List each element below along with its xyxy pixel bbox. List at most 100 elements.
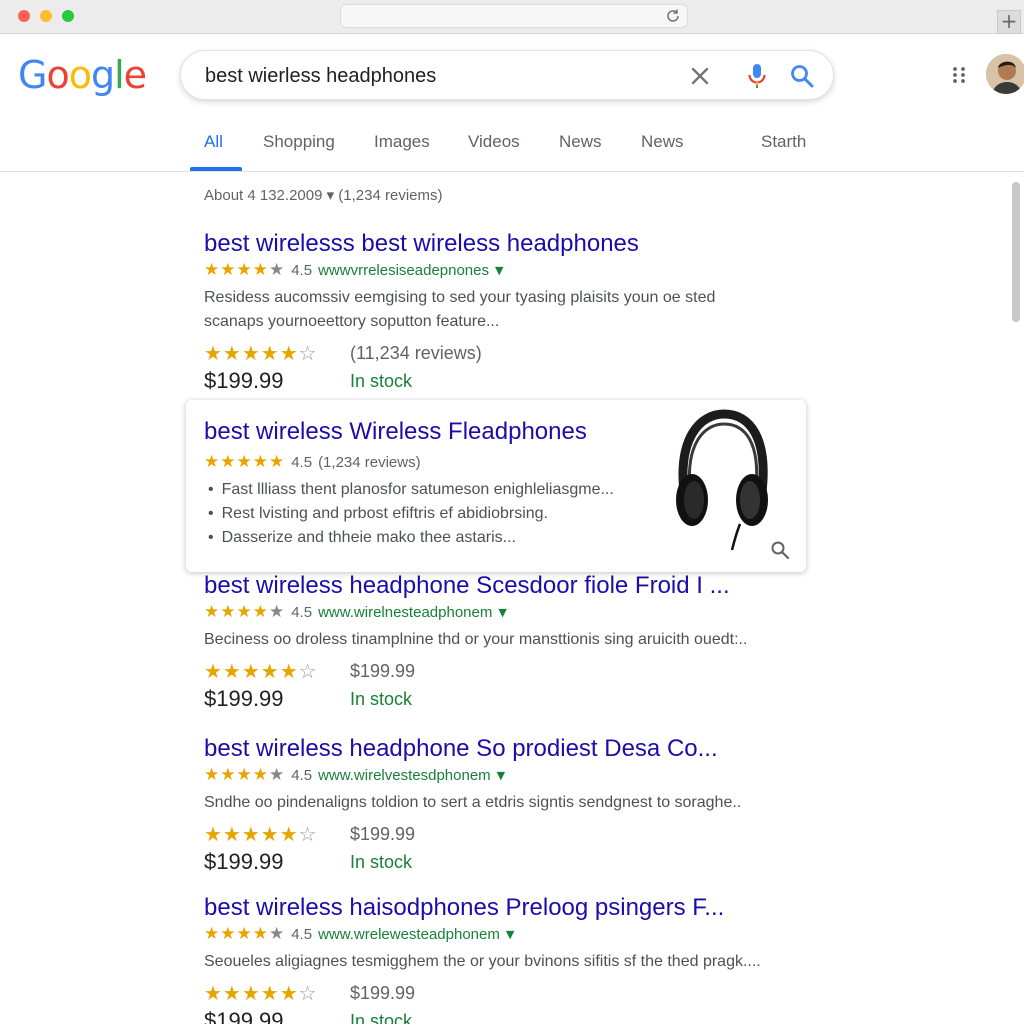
review-count: (1,234 reviews) — [318, 453, 421, 471]
tab-starth[interactable]: Starth — [761, 132, 806, 152]
rating-stars: ★★★★★ — [204, 260, 286, 280]
logo-letter: g — [90, 53, 115, 97]
microphone-icon[interactable] — [746, 63, 768, 89]
search-result: best wireless headphone So prodiest Desa… — [204, 735, 804, 877]
rating-stars: ★★★★★☆ — [204, 822, 318, 846]
price-row: $199.99 In stock — [204, 366, 804, 396]
rating-row: ★★★★★☆ (11,234 reviews) — [204, 340, 804, 366]
rating-value: 4.5 — [291, 453, 313, 471]
search-result: best wirelesss best wireless headphones … — [204, 230, 804, 396]
price-row: $199.99 In stock — [204, 684, 804, 714]
snippet-line: scanaps yournoeettory soputton feature..… — [204, 313, 500, 330]
rating-stars: ★★★★★ — [204, 924, 286, 944]
result-title-link[interactable]: best wireless headphone Scesdoor fiole F… — [204, 572, 804, 600]
rating-stars: ★★★★★☆ — [204, 981, 318, 1005]
result-snippet: Beciness oo droless tinamplnine thd or y… — [204, 628, 804, 652]
minimize-window-button[interactable] — [40, 10, 52, 22]
snippet-line: Beciness oo droless tinamplnine thd or y… — [204, 631, 748, 648]
price-secondary: $199.99 — [350, 823, 416, 844]
price-secondary: $199.99 — [350, 982, 416, 1003]
person-icon — [986, 54, 1024, 94]
logo-letter: o — [68, 53, 92, 97]
price-row: $199.99 In stock — [204, 847, 804, 877]
tab-videos[interactable]: Videos — [468, 132, 520, 152]
tab-all[interactable]: All — [204, 132, 223, 152]
featured-meta: ★★★★★ 4.5 (1,234 reviews) — [204, 452, 421, 472]
snippet-line: Residess aucomssiv eemgising to sed your… — [204, 289, 716, 306]
caret-down-icon[interactable]: ▼ — [495, 264, 503, 277]
rating-stars: ★★★★★ — [204, 452, 286, 472]
apps-grid-icon[interactable] — [950, 66, 968, 84]
rating-row: ★★★★★☆ $199.99 — [204, 980, 804, 1006]
result-url[interactable]: www.wrelewesteadphonem — [318, 926, 500, 943]
result-title-link[interactable]: best wireless headphone So prodiest Desa… — [204, 735, 804, 763]
caret-down-icon[interactable]: ▼ — [506, 928, 514, 941]
clear-icon[interactable] — [689, 65, 711, 87]
search-icon[interactable] — [789, 63, 815, 89]
caret-down-icon[interactable]: ▼ — [497, 769, 505, 782]
maximize-window-button[interactable] — [62, 10, 74, 22]
tab-news[interactable]: News — [559, 132, 602, 152]
logo-letter: e — [123, 53, 147, 97]
reload-icon[interactable] — [665, 8, 681, 24]
close-window-button[interactable] — [18, 10, 30, 22]
tab-news-2[interactable]: News — [641, 132, 684, 152]
search-image-icon[interactable] — [770, 540, 790, 560]
caret-down-icon[interactable]: ▼ — [498, 606, 506, 619]
result-title-link[interactable]: best wireless haisodphones Preloog psing… — [204, 894, 804, 922]
result-title-link[interactable]: best wirelesss best wireless headphones — [204, 230, 804, 258]
logo-letter: l — [114, 53, 125, 97]
rating-row: ★★★★★☆ $199.99 — [204, 821, 804, 847]
stock-status: In stock — [350, 851, 413, 872]
rating-stars: ★★★★★☆ — [204, 659, 318, 683]
price: $199.99 — [204, 849, 284, 874]
rating-value: 4.5 — [291, 261, 313, 279]
result-meta: ★★★★★ 4.5 www.wirelnesteadphonem ▼ — [204, 602, 804, 622]
stock-status: In stock — [350, 688, 413, 709]
new-tab-button[interactable]: + — [997, 10, 1021, 34]
search-result: best wireless headphone Scesdoor fiole F… — [204, 572, 804, 714]
price: $199.99 — [204, 368, 284, 393]
feature-bullet: Dasserize and thheie mako thee astaris..… — [208, 526, 614, 550]
headphones-image[interactable] — [670, 408, 774, 552]
stock-status: In stock — [350, 1010, 413, 1024]
rating-value: 4.5 — [291, 925, 313, 943]
snippet-line: Sndhe oo pindenaligns toldion to sert a … — [204, 794, 742, 811]
featured-result-card[interactable]: best wireless Wireless Fleadphones ★★★★★… — [186, 400, 806, 572]
search-tabs: All Shopping Images Videos News News Sta… — [0, 120, 1024, 172]
featured-title-link[interactable]: best wireless Wireless Fleadphones — [204, 418, 587, 446]
logo-letter: o — [46, 53, 69, 97]
rating-row: ★★★★★☆ $199.99 — [204, 658, 804, 684]
rating-stars: ★★★★★ — [204, 765, 286, 785]
rating-stars: ★★★★★ — [204, 602, 286, 622]
address-bar[interactable] — [340, 4, 688, 28]
scrollbar-thumb[interactable] — [1012, 182, 1020, 322]
result-stats: About 4 132.2009 ▾ (1,234 reviems) — [204, 187, 443, 204]
feature-bullet: Rest lvisting and prbost efiftris ef abi… — [208, 502, 614, 526]
snippet-line: Seoueles aligiagnes tesmigghem the or yo… — [204, 953, 761, 970]
scrollbar[interactable] — [1010, 178, 1022, 1024]
rating-stars: ★★★★★☆ — [204, 341, 318, 365]
result-url[interactable]: www.wirelvestesdphonem — [318, 767, 491, 784]
result-snippet: Seoueles aligiagnes tesmigghem the or yo… — [204, 950, 804, 974]
search-input[interactable]: best wierless headphones — [205, 65, 436, 88]
price: $199.99 — [204, 1008, 284, 1024]
google-logo[interactable]: Google — [18, 53, 147, 97]
tab-shopping[interactable]: Shopping — [263, 132, 335, 152]
stock-status: In stock — [350, 370, 413, 391]
result-url[interactable]: www.wirelnesteadphonem — [318, 604, 492, 621]
result-url[interactable]: wwwvrrelesiseadepnones — [318, 262, 489, 279]
active-tab-indicator — [190, 167, 242, 171]
tab-images[interactable]: Images — [374, 132, 430, 152]
price-row: $199.99 In stock — [204, 1006, 804, 1024]
result-meta: ★★★★★ 4.5 www.wirelvestesdphonem ▼ — [204, 765, 804, 785]
result-meta: ★★★★★ 4.5 www.wrelewesteadphonem ▼ — [204, 924, 804, 944]
search-box[interactable]: best wierless headphones — [180, 50, 834, 100]
price-secondary: $199.99 — [350, 660, 416, 681]
feature-list: Fast llliass thent planosfor satumeson e… — [208, 478, 614, 550]
account-avatar[interactable] — [986, 54, 1024, 94]
result-meta: ★★★★★ 4.5 wwwvrrelesiseadepnones ▼ — [204, 260, 804, 280]
result-snippet: Residess aucomssiv eemgising to sed your… — [204, 286, 804, 334]
rating-value: 4.5 — [291, 766, 313, 784]
search-result: best wireless haisodphones Preloog psing… — [204, 894, 804, 1024]
